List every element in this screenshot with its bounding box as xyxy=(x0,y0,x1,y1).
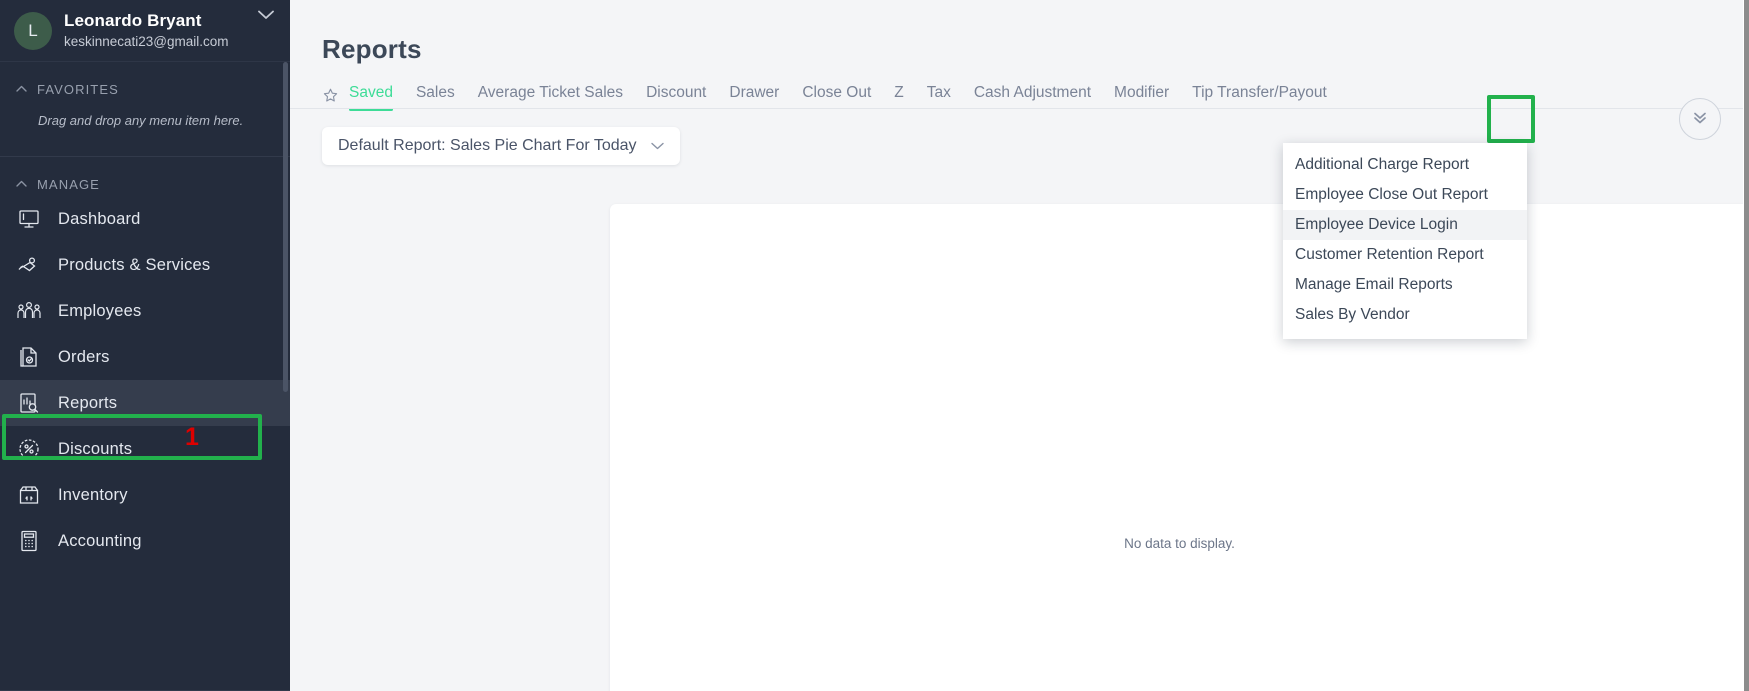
star-outline-icon[interactable] xyxy=(322,87,339,107)
sidebar-item-label: Discounts xyxy=(58,440,132,459)
report-tabs: Saved Sales Average Ticket Sales Discoun… xyxy=(290,65,1749,109)
sidebar-item-label: Orders xyxy=(58,348,110,367)
favorites-section-header[interactable]: FAVORITES xyxy=(0,62,290,101)
sidebar-scrollbar[interactable] xyxy=(283,62,288,392)
manage-section-header[interactable]: MANAGE xyxy=(0,157,290,196)
tab-z[interactable]: Z xyxy=(894,84,903,111)
user-profile-header[interactable]: L Leonardo Bryant keskinnecati23@gmail.c… xyxy=(0,0,290,62)
sidebar-item-label: Employees xyxy=(58,302,141,321)
more-reports-button-wrap xyxy=(1679,98,1721,140)
user-name: Leonardo Bryant xyxy=(64,10,229,31)
chevron-up-icon xyxy=(16,180,27,189)
chevron-down-icon[interactable] xyxy=(258,8,274,23)
report-search-icon xyxy=(16,390,42,416)
sidebar-item-label: Dashboard xyxy=(58,210,141,229)
default-report-select[interactable]: Default Report: Sales Pie Chart For Toda… xyxy=(322,127,680,165)
sidebar-item-label: Accounting xyxy=(58,532,142,551)
chevron-up-icon xyxy=(16,85,27,94)
step-number-1: 1 xyxy=(185,423,199,452)
tabs-underline xyxy=(290,108,1749,109)
manage-label: MANAGE xyxy=(37,177,100,192)
user-email: keskinnecati23@gmail.com xyxy=(64,34,229,51)
sidebar-item-accounting[interactable]: Accounting xyxy=(0,518,290,564)
empty-state-message: No data to display. xyxy=(610,536,1749,551)
monitor-icon xyxy=(16,206,42,232)
chevron-down-icon xyxy=(651,140,664,152)
tab-drawer[interactable]: Drawer xyxy=(729,84,779,111)
page-title: Reports xyxy=(290,0,1749,65)
sidebar-item-employees[interactable]: Employees xyxy=(0,288,290,334)
tab-tax[interactable]: Tax xyxy=(927,84,951,111)
tab-sales[interactable]: Sales xyxy=(416,84,455,111)
sidebar-item-dashboard[interactable]: Dashboard xyxy=(0,196,290,242)
tab-close-out[interactable]: Close Out xyxy=(802,84,871,111)
window-scrollbar[interactable] xyxy=(1744,0,1749,691)
products-icon xyxy=(16,252,42,278)
filter-row: Default Report: Sales Pie Chart For Toda… xyxy=(290,109,1749,165)
percent-icon xyxy=(16,436,42,462)
sidebar-item-label: Products & Services xyxy=(58,256,210,275)
tab-saved[interactable]: Saved xyxy=(349,84,393,111)
people-icon xyxy=(16,298,42,324)
dropdown-item-additional-charge-report[interactable]: Additional Charge Report xyxy=(1283,150,1527,180)
more-reports-dropdown: Additional Charge Report Employee Close … xyxy=(1283,143,1527,339)
sidebar-item-reports[interactable]: Reports xyxy=(0,380,290,426)
sidebar: L Leonardo Bryant keskinnecati23@gmail.c… xyxy=(0,0,290,691)
sidebar-item-label: Reports xyxy=(58,394,117,413)
dropdown-item-sales-by-vendor[interactable]: Sales By Vendor xyxy=(1283,300,1527,330)
user-meta: Leonardo Bryant keskinnecati23@gmail.com xyxy=(64,10,229,50)
tab-tip-transfer-payout[interactable]: Tip Transfer/Payout xyxy=(1192,84,1327,111)
favorites-drop-hint: Drag and drop any menu item here. xyxy=(0,101,290,128)
app-root: L Leonardo Bryant keskinnecati23@gmail.c… xyxy=(0,0,1749,691)
report-content-panel: No data to display. xyxy=(610,204,1749,691)
tab-cash-adjustment[interactable]: Cash Adjustment xyxy=(974,84,1091,111)
sidebar-item-orders[interactable]: Orders xyxy=(0,334,290,380)
calculator-icon xyxy=(16,528,42,554)
tab-discount[interactable]: Discount xyxy=(646,84,706,111)
sidebar-item-label: Inventory xyxy=(58,486,128,505)
more-reports-button[interactable] xyxy=(1679,98,1721,140)
dropdown-item-employee-close-out-report[interactable]: Employee Close Out Report xyxy=(1283,180,1527,210)
inventory-box-icon xyxy=(16,482,42,508)
dropdown-item-manage-email-reports[interactable]: Manage Email Reports xyxy=(1283,270,1527,300)
avatar: L xyxy=(14,12,52,50)
tab-average-ticket-sales[interactable]: Average Ticket Sales xyxy=(478,84,623,111)
favorites-label: FAVORITES xyxy=(37,82,119,97)
double-chevron-down-icon xyxy=(1690,107,1710,132)
sidebar-item-inventory[interactable]: Inventory xyxy=(0,472,290,518)
order-doc-icon xyxy=(16,344,42,370)
dropdown-item-customer-retention-report[interactable]: Customer Retention Report xyxy=(1283,240,1527,270)
sidebar-item-products-services[interactable]: Products & Services xyxy=(0,242,290,288)
dropdown-item-employee-device-login[interactable]: Employee Device Login xyxy=(1283,210,1527,240)
default-report-select-value: Default Report: Sales Pie Chart For Toda… xyxy=(338,137,637,155)
sidebar-item-discounts[interactable]: Discounts xyxy=(0,426,290,472)
main-content: Reports Saved Sales Average Ticket Sales… xyxy=(290,0,1749,691)
tab-modifier[interactable]: Modifier xyxy=(1114,84,1169,111)
